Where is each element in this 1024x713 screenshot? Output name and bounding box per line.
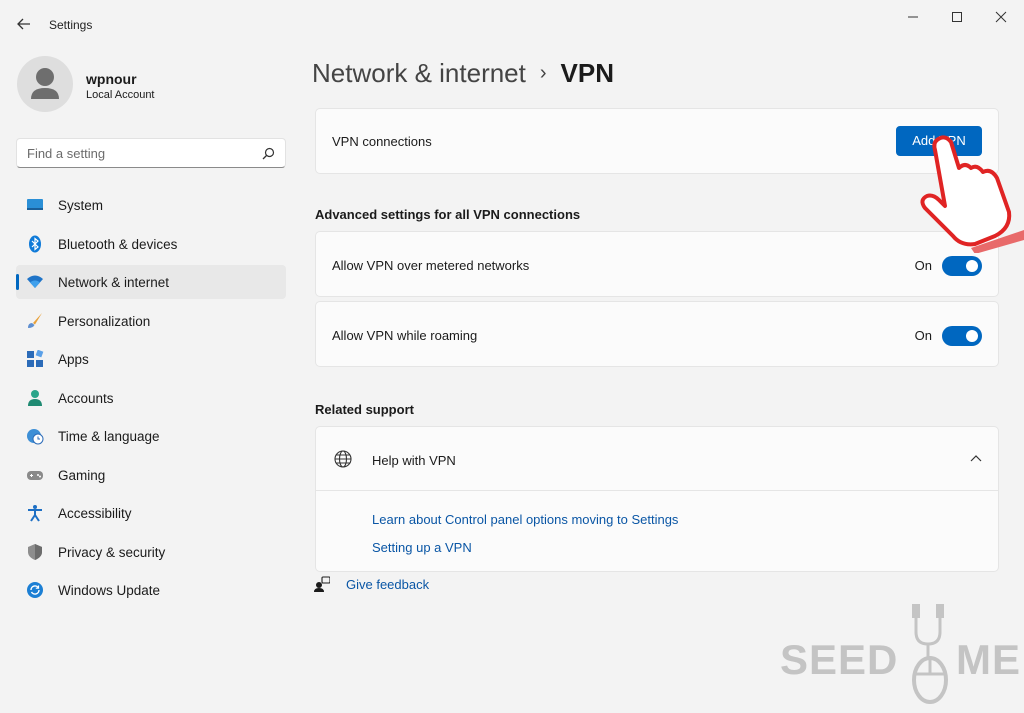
- sidebar-item-bluetooth[interactable]: Bluetooth & devices: [16, 227, 286, 261]
- breadcrumb-parent[interactable]: Network & internet: [312, 58, 526, 88]
- title-bar: Settings: [0, 0, 1024, 48]
- paintbrush-icon: [28, 312, 42, 328]
- close-button[interactable]: [989, 8, 1013, 26]
- sidebar-item-gaming[interactable]: Gaming: [16, 458, 286, 492]
- sidebar-item-label: Bluetooth & devices: [58, 236, 178, 252]
- avatar: [17, 56, 73, 112]
- close-icon: [995, 11, 1007, 23]
- chevron-up-icon[interactable]: [970, 453, 982, 463]
- sidebar-item-system[interactable]: System: [16, 188, 286, 222]
- feedback-icon: [314, 576, 330, 592]
- search-icon: [262, 147, 275, 160]
- sidebar-item-label: Accounts: [58, 390, 114, 406]
- sidebar-item-apps[interactable]: Apps: [16, 342, 286, 376]
- sidebar-item-windows-update[interactable]: Windows Update: [16, 573, 286, 607]
- help-vpn-header[interactable]: Help with VPN: [316, 427, 998, 491]
- toggle-knob: [966, 330, 978, 342]
- sidebar-item-label: Privacy & security: [58, 544, 166, 560]
- sidebar-item-accounts[interactable]: Accounts: [16, 381, 286, 415]
- back-button[interactable]: [14, 14, 34, 34]
- sidebar-item-label: Personalization: [58, 313, 151, 329]
- watermark-logo: SEED ME: [778, 600, 1024, 704]
- setting-label: Allow VPN over metered networks: [332, 258, 530, 273]
- vpn-connections-card: VPN connections Add VPN: [315, 108, 999, 174]
- app-title: Settings: [49, 18, 93, 32]
- apps-icon: [27, 350, 44, 367]
- wifi-icon: [27, 275, 43, 288]
- search-input[interactable]: Find a setting: [16, 138, 286, 168]
- setting-metered-networks: Allow VPN over metered networks On: [315, 231, 999, 297]
- link-setting-up-vpn[interactable]: Setting up a VPN: [372, 540, 472, 555]
- person-icon: [28, 389, 42, 406]
- sidebar-item-time-language[interactable]: Time & language: [16, 419, 286, 453]
- accessibility-icon: [28, 505, 42, 522]
- shield-icon: [28, 543, 42, 560]
- toggle-knob: [966, 260, 978, 272]
- toggle-state-label: On: [914, 328, 932, 343]
- sidebar-item-label: System: [58, 198, 104, 213]
- system-icon: [27, 199, 43, 210]
- help-vpn-title: Help with VPN: [372, 453, 456, 468]
- sidebar-nav: System Bluetooth & devices Network & int…: [16, 188, 286, 612]
- sidebar-item-label: Gaming: [58, 467, 106, 483]
- setting-roaming: Allow VPN while roaming On: [315, 301, 999, 367]
- related-support-heading: Related support: [315, 402, 414, 417]
- mouse-cable-icon: [912, 604, 948, 704]
- user-name: wpnour: [86, 71, 137, 87]
- watermark-text-right: ME: [956, 636, 1021, 683]
- sidebar-item-label: Apps: [58, 352, 89, 367]
- roaming-toggle[interactable]: [942, 326, 982, 346]
- vpn-connections-label: VPN connections: [332, 134, 432, 149]
- setting-label: Allow VPN while roaming: [332, 328, 478, 343]
- account-type: Local Account: [86, 89, 155, 101]
- gamepad-icon: [27, 470, 43, 480]
- arrow-left-icon: [17, 18, 30, 30]
- sidebar-item-label: Network & internet: [58, 275, 170, 290]
- bluetooth-icon: [29, 235, 41, 252]
- watermark-text-left: SEED: [780, 636, 899, 683]
- give-feedback-link[interactable]: Give feedback: [346, 577, 429, 592]
- maximize-button[interactable]: [945, 8, 969, 26]
- sidebar-item-privacy[interactable]: Privacy & security: [16, 535, 286, 569]
- minimize-icon: [908, 16, 918, 18]
- sidebar-item-network[interactable]: Network & internet: [16, 265, 286, 299]
- search-placeholder: Find a setting: [27, 146, 106, 161]
- sidebar-item-label: Accessibility: [58, 506, 132, 521]
- maximize-icon: [952, 12, 962, 22]
- sidebar-item-label: Windows Update: [58, 583, 161, 598]
- update-icon: [27, 582, 43, 598]
- sidebar-item-accessibility[interactable]: Accessibility: [16, 496, 286, 530]
- breadcrumb: Network & internet › VPN: [312, 58, 614, 89]
- minimize-button[interactable]: [901, 8, 925, 26]
- globe-icon: [334, 450, 352, 468]
- sidebar-item-personalization[interactable]: Personalization: [16, 304, 286, 338]
- sidebar-item-label: Time & language: [58, 429, 160, 444]
- page-title: VPN: [560, 58, 615, 88]
- clock-globe-icon: [27, 429, 44, 445]
- user-avatar-icon: [31, 68, 59, 99]
- advanced-settings-heading: Advanced settings for all VPN connection…: [315, 207, 581, 222]
- toggle-state-label: On: [914, 258, 932, 273]
- pointing-hand-icon: [920, 135, 1024, 253]
- metered-networks-toggle[interactable]: [942, 256, 982, 276]
- breadcrumb-separator: ›: [539, 62, 547, 84]
- link-control-panel-options[interactable]: Learn about Control panel options moving…: [372, 512, 678, 527]
- help-vpn-card: Help with VPN Learn about Control panel …: [315, 426, 999, 572]
